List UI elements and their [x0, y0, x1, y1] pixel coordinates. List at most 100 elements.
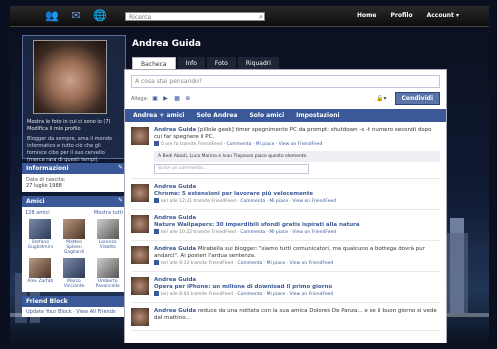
friend-name: Umberto Pavoncello	[95, 279, 120, 289]
post-time: Ieri alle 12:31 tramite FriendFeed	[161, 199, 237, 204]
birth-value: 27 luglio 1988	[26, 183, 62, 189]
filter-only-friends[interactable]: Solo amici	[249, 112, 284, 119]
edit-pencil-icon[interactable]: ✎	[118, 197, 123, 204]
search-input[interactable]: Ricerca ⌕	[125, 12, 265, 21]
friendfeed-icon	[154, 198, 159, 203]
post-actions[interactable]: Commenta · Mi piace · View on FriendFeed	[240, 230, 336, 235]
post-avatar[interactable]	[131, 127, 149, 145]
photo-attach-icon[interactable]: ▣	[152, 95, 159, 102]
post-time: Ieri alle 8:44 tramite FriendFeed	[161, 292, 234, 297]
friend-item[interactable]: Stefano Guglielmini	[25, 219, 56, 255]
post-avatar[interactable]	[131, 246, 149, 264]
post-author[interactable]: Andrea Guida	[154, 246, 196, 252]
feed-post: Andrea Guida Mirabella sui blogger: "sia…	[131, 241, 440, 272]
friend-name: Stefano Guglielmini	[27, 240, 54, 250]
post-text: reduce da una nottata con la sua amica D…	[154, 308, 437, 321]
news-feed: Andrea Guida [pillole geek] timer spegni…	[125, 122, 446, 331]
comment-input[interactable]: Scrivi un commento...	[154, 164, 309, 174]
friends-requests-icon[interactable]: 👥	[45, 9, 59, 23]
edit-pencil-icon[interactable]: ✎	[118, 164, 123, 171]
post-meta: Ieri alle 8:44 tramite FriendFeed · Comm…	[154, 291, 440, 298]
nav-account[interactable]: Account ▾	[427, 12, 459, 19]
friendfeed-icon	[154, 260, 159, 265]
status-input[interactable]: A cosa stai pensando?	[131, 75, 440, 88]
top-icons: 👥 ✉ 🌐	[45, 9, 107, 23]
post-link[interactable]: Chrome: 5 estensioni per lavorare più ve…	[154, 191, 440, 198]
post-actions[interactable]: Commenta · Mi piace · View on FriendFeed	[240, 199, 336, 204]
messages-icon[interactable]: ✉	[69, 9, 83, 23]
friend-item[interactable]: Lorenzo Vidotto	[92, 219, 123, 255]
feed-post: Andrea Guida Nature Wallpapers: 30 imper…	[131, 210, 440, 241]
friend-block-links[interactable]: Update Your Block · View All Friends	[22, 307, 126, 317]
friend-item[interactable]: Matteo Spleen Gagliardi	[59, 219, 90, 255]
post-author[interactable]: Andrea Guida	[154, 184, 440, 191]
friends-count-link[interactable]: 128 amici	[25, 210, 50, 216]
friends-box-header: Amici ✎	[22, 196, 126, 207]
friends-grid: Stefano Guglielmini Matteo Spleen Gaglia…	[25, 219, 123, 289]
feed-post: Andrea Guida reduce da una nottata con l…	[131, 303, 440, 331]
friends-header-row: 128 amici Mostra tutti	[25, 210, 123, 216]
info-box-body: Data di nascita: 27 luglio 1988	[22, 174, 126, 192]
post-author[interactable]: Andrea Guida	[154, 215, 440, 222]
post-actions[interactable]: Commenta · Mi piace · View on FriendFeed	[237, 261, 333, 266]
filter-settings[interactable]: Impostazioni	[296, 112, 339, 119]
post-body: Andrea Guida reduce da una nottata con l…	[154, 308, 440, 326]
post-time: 5 ore fa tramite FriendFeed	[161, 142, 223, 147]
profile-box: Mostra le foto in cui ci sono io (7) Mod…	[22, 35, 126, 163]
post-body: Andrea Guida Nature Wallpapers: 30 imper…	[154, 215, 440, 236]
video-attach-icon[interactable]: ▶	[163, 95, 170, 102]
privacy-lock-icon[interactable]: 🔒▾	[376, 95, 386, 102]
post-avatar[interactable]	[131, 184, 149, 202]
friend-block-header: Friend Block	[22, 296, 126, 307]
friends-show-all-link[interactable]: Mostra tutti	[94, 210, 123, 216]
post-link[interactable]: Nature Wallpapers: 30 imperdibili sfondi…	[154, 222, 440, 229]
filter-only-andrea[interactable]: Solo Andrea	[196, 112, 237, 119]
friend-avatar	[29, 258, 52, 278]
profile-text: Mostra le foto in cui ci sono io (7) Mod…	[27, 119, 121, 164]
filter-all[interactable]: Andrea + amici	[133, 112, 184, 119]
friend-name: Matteo Spleen Gagliardi	[63, 240, 85, 255]
friend-avatar	[29, 219, 52, 239]
post-time: Ieri alle 9:33 tramite FriendFeed	[161, 261, 234, 266]
post-avatar[interactable]	[131, 277, 149, 295]
event-attach-icon[interactable]: ▦	[174, 95, 181, 102]
feed-filters: Andrea + amici Solo Andrea Solo amici Im…	[125, 109, 446, 122]
friend-item[interactable]: Alex Zarfati	[25, 258, 56, 289]
post-author[interactable]: Andrea Guida	[154, 277, 440, 284]
search-icon[interactable]: ⌕	[259, 13, 263, 22]
friend-item[interactable]: Marco Vicciante	[59, 258, 90, 289]
post-author[interactable]: Andrea Guida	[154, 308, 196, 314]
nav-home[interactable]: Home	[357, 12, 376, 19]
post-link[interactable]: Opera per iPhone: un milione di download…	[154, 284, 440, 291]
post-author[interactable]: Andrea Guida	[154, 127, 196, 133]
profile-name: Andrea Guida	[132, 39, 201, 49]
share-button[interactable]: Condividi	[394, 92, 440, 105]
notifications-globe-icon[interactable]: 🌐	[93, 9, 107, 23]
profile-avatar[interactable]	[33, 40, 107, 114]
edit-photos-link[interactable]: Mostra le foto in cui ci sono io (7)	[27, 119, 121, 126]
post-body: Andrea Guida Chrome: 5 estensioni per la…	[154, 184, 440, 205]
friend-avatar	[62, 219, 85, 239]
post-avatar[interactable]	[131, 215, 149, 233]
post-actions[interactable]: Commenta · Mi piace · View on FriendFeed	[237, 292, 333, 297]
search-placeholder: Ricerca	[129, 14, 152, 21]
link-attach-icon[interactable]: ⊕	[185, 95, 192, 102]
profile-bio: Blogger da sempre, ama il mondo informat…	[27, 136, 112, 163]
post-avatar[interactable]	[131, 308, 149, 326]
feed-post: Andrea Guida [pillole geek] timer spegni…	[131, 122, 440, 179]
friend-item[interactable]: Umberto Pavoncello	[92, 258, 123, 289]
friend-name: Lorenzo Vidotto	[98, 240, 117, 250]
post-meta: Ieri alle 10:22 tramite FriendFeed · Com…	[154, 229, 440, 236]
post-text: [pillole geek] timer spegnimento PC da p…	[154, 127, 432, 140]
attach-label: Allega:	[131, 95, 149, 102]
post-likes: A Bedi Abadi, Luca Marino e Ivan Trapass…	[154, 151, 440, 162]
attach-row: Allega: ▣ ▶ ▦ ⊕ 🔒▾ Condividi	[131, 92, 440, 105]
friends-box: 128 amici Mostra tutti Stefano Guglielmi…	[22, 207, 126, 292]
post-actions[interactable]: Commenta · Mi piace · View on FriendFeed	[227, 142, 323, 147]
browser-frame: 👥 ✉ 🌐 Ricerca ⌕ Home Profilo Account ▾ M…	[10, 6, 489, 343]
post-meta: Ieri alle 12:31 tramite FriendFeed · Com…	[154, 198, 440, 205]
edit-profile-link[interactable]: Modifica il mio profilo	[27, 126, 121, 133]
friendfeed-icon	[154, 229, 159, 234]
nav-profile[interactable]: Profilo	[391, 12, 413, 19]
feed-post: Andrea Guida Chrome: 5 estensioni per la…	[131, 179, 440, 210]
